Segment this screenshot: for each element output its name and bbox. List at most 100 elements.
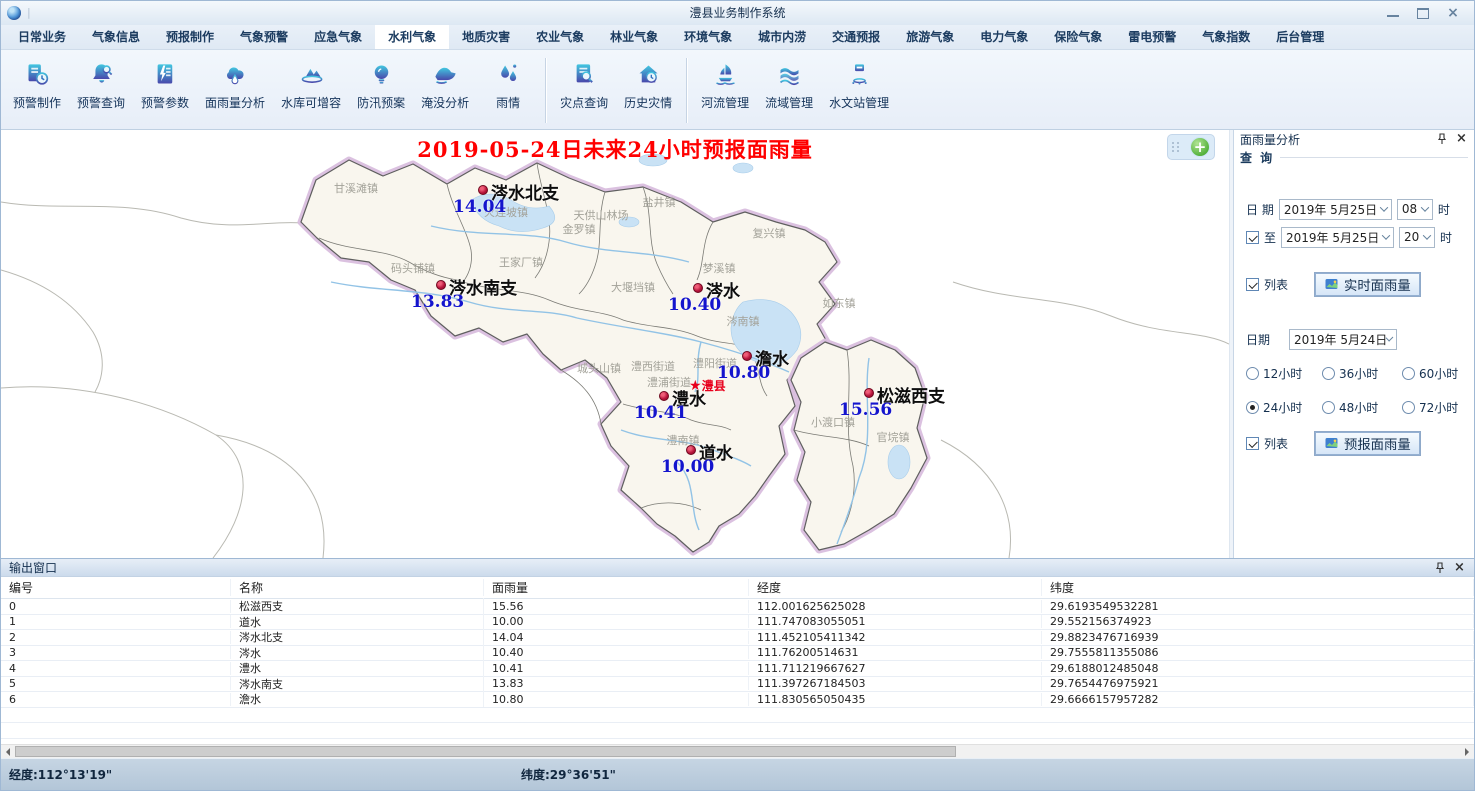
chevron-down-icon: [1382, 231, 1390, 239]
table-cell: 松滋西支: [231, 598, 484, 614]
toolbar-button-预警参数[interactable]: 预警参数: [133, 54, 197, 127]
tab-林业气象[interactable]: 林业气象: [597, 25, 671, 49]
tab-城市内涝[interactable]: 城市内涝: [745, 25, 819, 49]
toolbar-button-历史灾情[interactable]: 历史灾情: [616, 54, 680, 127]
query-group-title: 查 询: [1240, 149, 1468, 166]
scroll-right-button[interactable]: [1460, 745, 1474, 759]
table-row[interactable]: 4澧水10.41111.71121966762729.6188012485048: [1, 661, 1474, 677]
duration-option-12小时[interactable]: 12小时: [1246, 365, 1322, 382]
status-latitude: 纬度:29°36'51": [521, 766, 616, 783]
area-rainfall-panel: 面雨量分析 × 查 询 日 期 2019年 5月25日 08 时 至 2019年…: [1233, 130, 1474, 558]
table-row[interactable]: 1道水10.00111.74708305505129.552156374923: [1, 615, 1474, 631]
station-dot-icon[interactable]: [686, 445, 696, 455]
tab-旅游气象[interactable]: 旅游气象: [893, 25, 967, 49]
duration-option-60小时[interactable]: 60小时: [1402, 365, 1462, 382]
hour-from-combobox[interactable]: 08: [1397, 199, 1433, 220]
tab-保险气象[interactable]: 保险气象: [1041, 25, 1115, 49]
tab-气象预警[interactable]: 气象预警: [227, 25, 301, 49]
map-thumbnail-icon: [1324, 436, 1339, 450]
county-label: ★澧县: [689, 377, 726, 394]
tab-日常业务[interactable]: 日常业务: [5, 25, 79, 49]
table-cell: 29.6666157957282: [1042, 693, 1474, 706]
to-checkbox[interactable]: [1246, 231, 1259, 244]
table-row[interactable]: 0松滋西支15.56112.00162562502829.61935495322…: [1, 599, 1474, 615]
tab-电力气象[interactable]: 电力气象: [967, 25, 1041, 49]
duration-option-72小时[interactable]: 72小时: [1402, 399, 1462, 416]
tab-预报制作[interactable]: 预报制作: [153, 25, 227, 49]
tab-后台管理[interactable]: 后台管理: [1263, 25, 1337, 49]
tab-气象指数[interactable]: 气象指数: [1189, 25, 1263, 49]
town-label-城头山镇: 城头山镇: [577, 360, 621, 376]
column-header-编号[interactable]: 编号: [1, 579, 231, 596]
station-dot-icon[interactable]: [693, 283, 703, 293]
toolbar-button-防汛预案[interactable]: 防汛预案: [349, 54, 413, 127]
toolbar-separator: [545, 58, 546, 123]
forecast-date-label: 日期: [1246, 331, 1270, 348]
forecast-date-row: 日期 2019年 5月24日: [1246, 329, 1462, 350]
tab-雷电预警[interactable]: 雷电预警: [1115, 25, 1189, 49]
table-row[interactable]: 6澹水10.80111.83056505043529.6666157957282: [1, 692, 1474, 708]
town-label-复兴镇: 复兴镇: [753, 225, 786, 241]
column-header-经度[interactable]: 经度: [749, 579, 1042, 596]
pin-icon[interactable]: [1436, 133, 1448, 145]
zoom-in-button[interactable]: +: [1190, 137, 1210, 157]
close-button[interactable]: ×: [1446, 7, 1460, 19]
column-header-名称[interactable]: 名称: [231, 579, 484, 596]
toolbar-button-水文站管理[interactable]: 水文站管理: [821, 54, 897, 127]
list-checkbox[interactable]: [1246, 278, 1259, 291]
toolbar-button-雨情[interactable]: 雨情: [477, 54, 539, 127]
toolbar-button-水库可增容[interactable]: 水库可增容: [273, 54, 349, 127]
scrollbar-track[interactable]: [15, 745, 1460, 758]
output-close-icon[interactable]: ×: [1454, 562, 1466, 574]
tab-环境气象[interactable]: 环境气象: [671, 25, 745, 49]
toolbar-button-预警查询[interactable]: 预警查询: [69, 54, 133, 127]
table-cell: 112.001625625028: [749, 600, 1042, 613]
map-canvas[interactable]: 2019-05-24日未来24小时预报面雨量 甘溪滩镇火连坡镇天供山林场金罗镇盐…: [1, 130, 1229, 558]
duration-option-36小时[interactable]: 36小时: [1322, 365, 1402, 382]
tab-水利气象[interactable]: 水利气象: [375, 25, 449, 49]
table-row[interactable]: 2涔水北支14.04111.45210541134229.88234767169…: [1, 630, 1474, 646]
panel-close-icon[interactable]: ×: [1456, 133, 1468, 145]
duration-option-48小时[interactable]: 48小时: [1322, 399, 1402, 416]
scroll-left-button[interactable]: [1, 745, 15, 759]
town-label-澧南镇: 澧南镇: [667, 432, 700, 448]
table-cell: 2: [1, 631, 231, 644]
station-dot-icon[interactable]: [478, 185, 488, 195]
station-dot-icon[interactable]: [864, 388, 874, 398]
hour-to-combobox[interactable]: 20: [1399, 227, 1435, 248]
column-header-纬度[interactable]: 纬度: [1042, 579, 1474, 596]
tab-农业气象[interactable]: 农业气象: [523, 25, 597, 49]
maximize-button[interactable]: [1416, 7, 1430, 19]
tab-应急气象[interactable]: 应急气象: [301, 25, 375, 49]
table-row[interactable]: 3涔水10.40111.7620051463129.7555811355086: [1, 646, 1474, 662]
horizontal-scrollbar[interactable]: [1, 744, 1474, 758]
station-dot-icon[interactable]: [742, 351, 752, 361]
scrollbar-thumb[interactable]: [15, 746, 956, 757]
station-rainfall-value: 10.00: [661, 457, 714, 477]
date-from-combobox[interactable]: 2019年 5月25日: [1279, 199, 1392, 220]
status-longitude: 经度:112°13'19": [9, 766, 112, 783]
toolbar-button-流域管理[interactable]: 流域管理: [757, 54, 821, 127]
drag-grip-icon[interactable]: [1172, 142, 1180, 152]
tab-气象信息[interactable]: 气象信息: [79, 25, 153, 49]
realtime-rainfall-button[interactable]: 实时面雨量: [1315, 273, 1420, 296]
table-cell: 3: [1, 646, 231, 659]
station-dot-icon[interactable]: [436, 280, 446, 290]
toolbar-button-灾点查询[interactable]: 灾点查询: [552, 54, 616, 127]
tab-交通预报[interactable]: 交通预报: [819, 25, 893, 49]
station-dot-icon[interactable]: [659, 391, 669, 401]
date-to-combobox[interactable]: 2019年 5月25日: [1281, 227, 1394, 248]
forecast-rainfall-button[interactable]: 预报面雨量: [1315, 432, 1420, 455]
forecast-date-combobox[interactable]: 2019年 5月24日: [1289, 329, 1397, 350]
tab-地质灾害[interactable]: 地质灾害: [449, 25, 523, 49]
minimize-button[interactable]: [1386, 7, 1400, 19]
toolbar-button-预警制作[interactable]: 预警制作: [5, 54, 69, 127]
duration-option-24小时[interactable]: 24小时: [1246, 399, 1322, 416]
table-row[interactable]: 5涔水南支13.83111.39726718450329.76544769759…: [1, 677, 1474, 693]
toolbar-button-淹没分析[interactable]: 淹没分析: [413, 54, 477, 127]
list-checkbox-2[interactable]: [1246, 437, 1259, 450]
column-header-面雨量[interactable]: 面雨量: [484, 579, 749, 596]
toolbar-button-河流管理[interactable]: 河流管理: [693, 54, 757, 127]
toolbar-button-面雨量分析[interactable]: 面雨量分析: [197, 54, 273, 127]
pin-icon[interactable]: [1434, 562, 1446, 574]
